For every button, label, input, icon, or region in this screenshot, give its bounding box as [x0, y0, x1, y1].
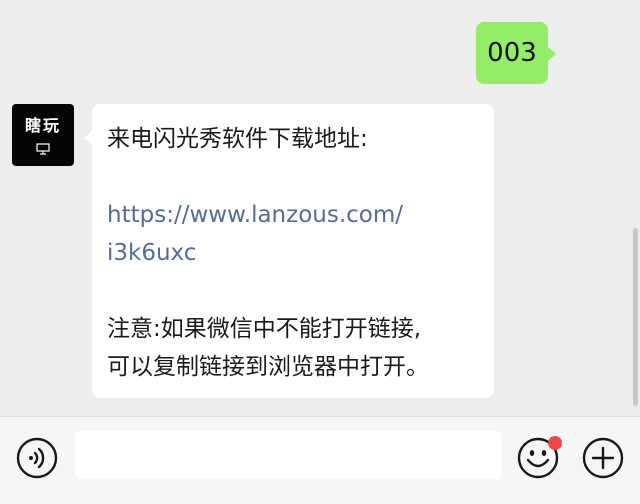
sent-message-bubble[interactable]: 003: [476, 22, 556, 84]
note-line: 可以复制链接到浏览器中打开。: [107, 354, 429, 380]
avatar[interactable]: 瞎玩: [12, 104, 74, 166]
message-line: 来电闪光秀软件下载地址:: [107, 126, 368, 152]
chat-area[interactable]: 003 瞎玩 来电闪光秀软件下载地址: https://www.lanzous.…: [0, 0, 640, 416]
download-link-continued[interactable]: i3k6uxc: [107, 234, 480, 272]
scrollbar[interactable]: [633, 228, 638, 406]
voice-icon: [16, 437, 58, 479]
download-link[interactable]: https://www.lanzous.com/: [107, 196, 480, 234]
more-button[interactable]: [582, 437, 624, 483]
input-bar: [0, 416, 640, 504]
notification-dot: [548, 436, 562, 450]
sent-message-text: 003: [487, 38, 537, 68]
voice-button[interactable]: [16, 437, 58, 483]
message-input[interactable]: [75, 431, 502, 479]
received-message-bubble[interactable]: 来电闪光秀软件下载地址: https://www.lanzous.com/ i3…: [84, 104, 494, 398]
avatar-logo-text: 瞎玩: [24, 115, 61, 135]
plus-icon: [582, 437, 624, 479]
monitor-icon: [36, 140, 50, 159]
note-line: 注意:如果微信中不能打开链接,: [107, 316, 422, 342]
